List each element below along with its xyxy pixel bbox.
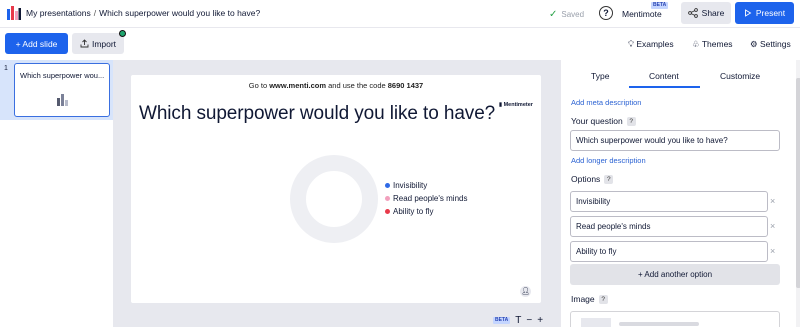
your-question-label: Your question ? [571, 116, 636, 126]
image-upload-text [619, 322, 699, 326]
canvas-tools: BETA T − + [493, 315, 543, 326]
share-label: Share [701, 8, 725, 18]
legend-dot [385, 209, 390, 214]
add-option-button[interactable]: + Add another option [570, 264, 780, 285]
import-label: Import [91, 38, 117, 49]
active-tab-indicator [629, 86, 700, 88]
add-slide-button[interactable]: + Add slide [5, 33, 68, 54]
text-tool-beta-badge: BETA [493, 317, 511, 324]
option-input[interactable] [570, 191, 768, 212]
image-text: Image [571, 294, 595, 304]
chart-legend: Invisibility Read people's minds Ability… [385, 179, 467, 218]
mentimeter-logo-icon[interactable] [7, 6, 21, 20]
check-icon: ✓ [549, 9, 558, 20]
join-code: 8690 1437 [387, 81, 424, 90]
slide-number: 1 [4, 65, 8, 72]
examples-button[interactable]: 💡︎ Examples [628, 39, 674, 50]
options-text: Options [571, 174, 601, 184]
legend-item: Read people's minds [385, 192, 467, 205]
mentimote-button[interactable]: Mentimote [622, 9, 662, 19]
mentimote-label: Mentimote [622, 9, 662, 19]
slide-canvas-area: Go to www.menti.com and use the code 869… [113, 60, 560, 327]
remove-option-icon[interactable]: × [770, 196, 775, 206]
themes-label: Themes [701, 39, 733, 49]
add-longer-description-link[interactable]: Add longer description [571, 156, 646, 165]
join-instructions: Go to www.menti.com and use the code 869… [131, 81, 541, 90]
slide-list-item[interactable]: 1 Which superpower wou... [0, 60, 113, 120]
your-question-text: Your question [571, 116, 623, 126]
remove-option-icon[interactable]: × [770, 246, 775, 256]
palette-icon: ♧ [692, 39, 700, 49]
options-help-icon[interactable]: ? [604, 174, 614, 184]
top-bar: My presentations / Which superpower would … [0, 0, 800, 28]
options-label: Options ? [571, 174, 614, 184]
zoom-in-button[interactable]: + [537, 315, 543, 326]
help-icon[interactable]: ? [599, 6, 613, 20]
present-button[interactable]: Present [735, 2, 794, 24]
panel-tabs: Type Content Customize [561, 60, 793, 88]
image-placeholder [581, 318, 611, 327]
image-help-icon[interactable]: ? [598, 294, 608, 304]
saved-label: Saved [561, 10, 585, 19]
bar-chart-icon [57, 94, 68, 106]
image-label: Image ? [571, 294, 608, 304]
mentimeter-brand: ▮ Mentimeter [499, 102, 533, 108]
slide-thumbnail[interactable]: Which superpower wou... [14, 63, 110, 117]
breadcrumb-my-presentations[interactable]: My presentations [26, 8, 91, 18]
slide-preview[interactable]: Go to www.menti.com and use the code 869… [131, 75, 541, 303]
tab-content[interactable]: Content [649, 71, 679, 81]
share-icon [687, 8, 698, 18]
share-button[interactable]: Share [681, 2, 731, 24]
legend-label: Ability to fly [393, 207, 434, 216]
legend-dot [385, 196, 390, 201]
brand-icon: ▮ [499, 102, 503, 108]
breadcrumb-separator: / [93, 8, 97, 18]
legend-dot [385, 183, 390, 188]
brand-label: Mentimeter [503, 102, 533, 108]
donut-chart-placeholder [290, 155, 378, 243]
present-label: Present [755, 8, 786, 18]
slide-list: 1 Which superpower wou... [0, 60, 113, 327]
presentation-title[interactable]: Which superpower would you like to have? [99, 8, 260, 18]
examples-label: Examples [636, 39, 674, 49]
themes-button[interactable]: ♧ Themes [692, 39, 733, 50]
editor-panel: Type Content Customize Add meta descript… [560, 60, 800, 327]
legend-label: Invisibility [393, 181, 428, 190]
zoom-out-button[interactable]: − [526, 315, 532, 326]
option-input[interactable] [570, 241, 768, 262]
join-mid: and use the code [326, 81, 388, 90]
import-button[interactable]: Import [72, 33, 124, 54]
participant-icon[interactable]: 👤︎ [520, 286, 531, 297]
legend-item: Invisibility [385, 179, 467, 192]
join-url: www.menti.com [269, 81, 327, 90]
slide-thumbnail-title: Which superpower wou... [20, 71, 105, 80]
mentimote-beta-badge: BETA [651, 2, 669, 9]
tab-type[interactable]: Type [591, 71, 609, 81]
slide-question-title: Which superpower would you like to have? [139, 103, 496, 124]
play-icon [744, 9, 752, 17]
image-upload-area[interactable] [570, 311, 780, 327]
settings-button[interactable]: ⚙ Settings [750, 39, 791, 50]
panel-scrollbar-thumb[interactable] [796, 78, 800, 288]
upload-icon [80, 39, 89, 48]
import-notification-dot [119, 30, 126, 37]
settings-label: Settings [760, 39, 791, 49]
legend-item: Ability to fly [385, 205, 467, 218]
lightbulb-icon: 💡︎ [628, 39, 634, 49]
tab-customize[interactable]: Customize [720, 71, 760, 81]
question-input[interactable] [570, 130, 780, 151]
question-help-icon[interactable]: ? [626, 116, 636, 126]
legend-label: Read people's minds [393, 194, 468, 203]
option-input[interactable] [570, 216, 768, 237]
add-meta-description-link[interactable]: Add meta description [571, 98, 641, 107]
save-status: ✓ Saved [549, 9, 584, 20]
remove-option-icon[interactable]: × [770, 221, 775, 231]
breadcrumb: My presentations / Which superpower would … [26, 8, 260, 18]
join-prefix: Go to [248, 81, 270, 90]
gear-icon: ⚙ [750, 39, 758, 49]
text-size-icon[interactable]: T [515, 315, 521, 326]
